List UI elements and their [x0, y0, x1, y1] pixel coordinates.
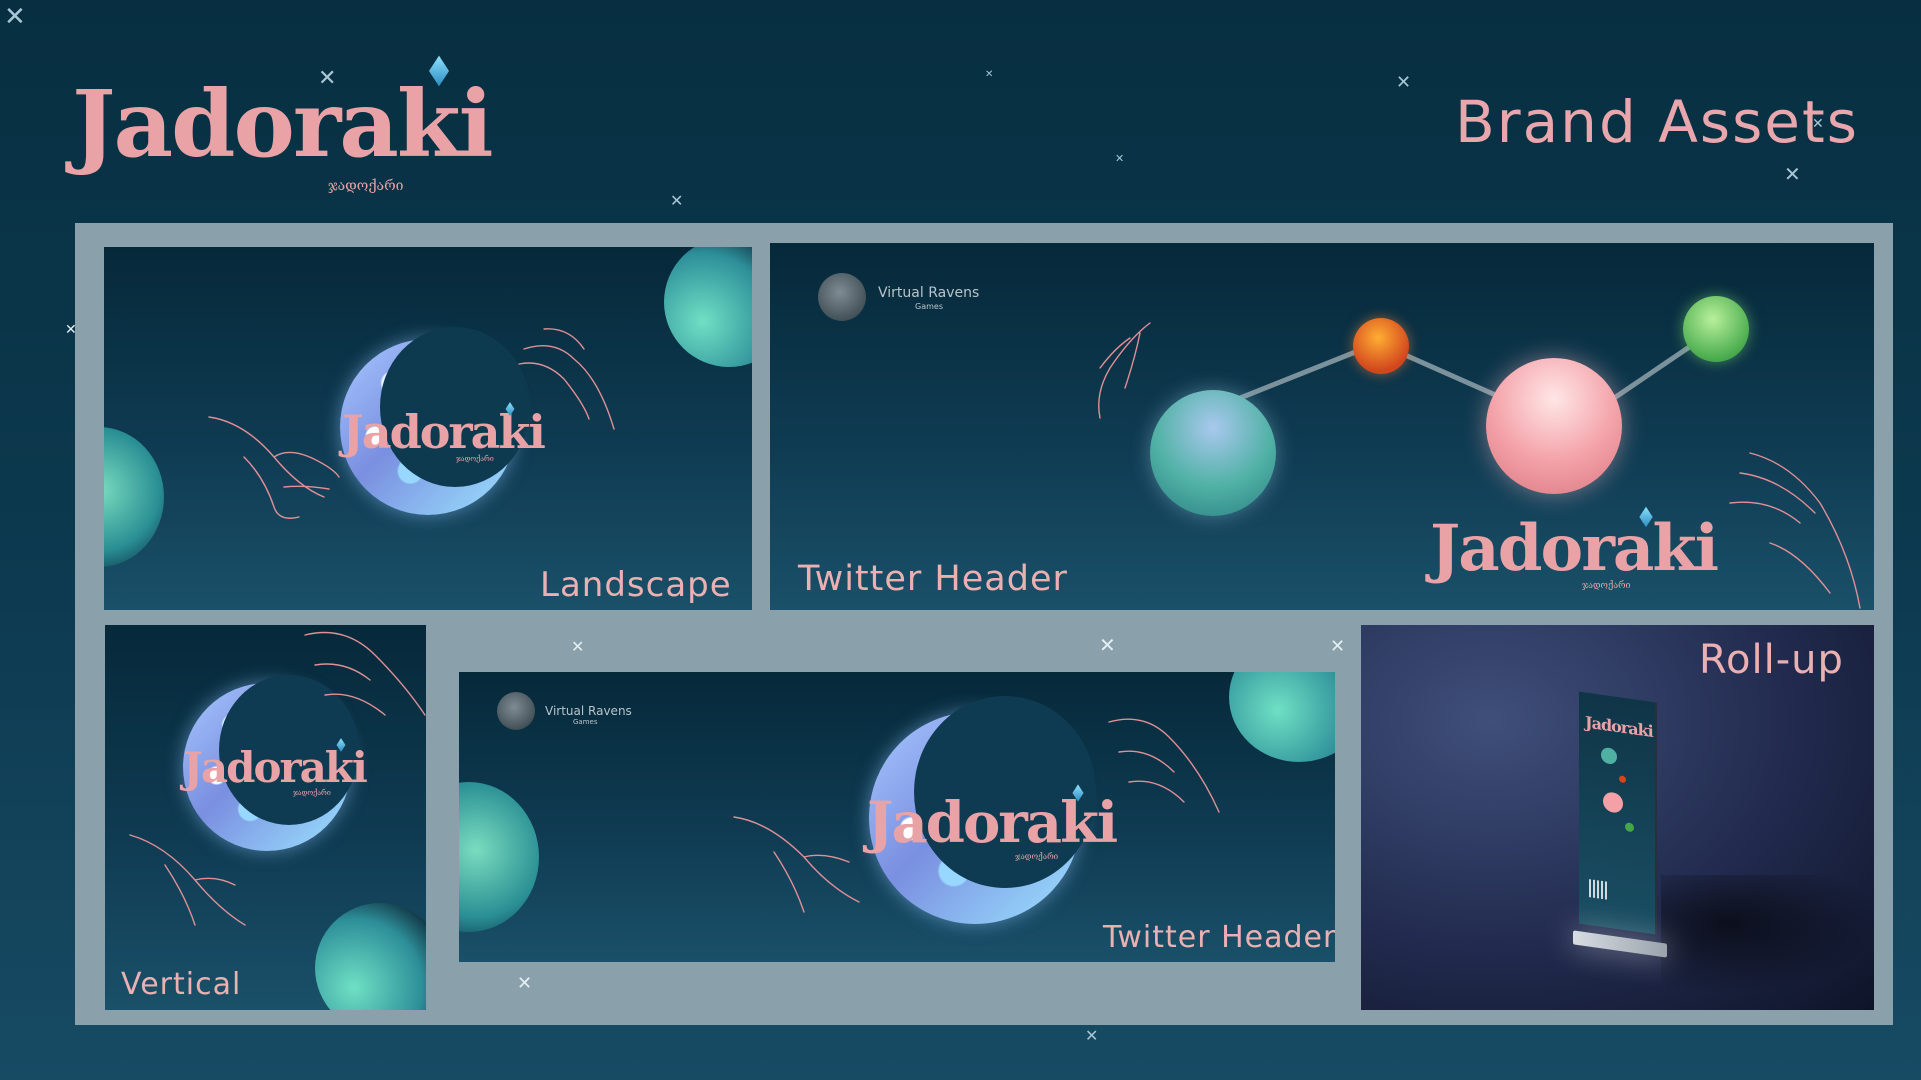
banner-logo: Jadoraki — [1585, 712, 1653, 742]
logo-subtitle: ჯადოქარი — [328, 178, 404, 194]
star-icon: ✕ — [1330, 636, 1346, 657]
planet — [1619, 775, 1626, 784]
star-icon: ✕ — [1396, 72, 1412, 93]
panel-logo: Jadoraki — [1430, 511, 1719, 586]
hand-outline — [304, 631, 426, 716]
star-icon: ✕ — [1099, 633, 1116, 657]
panel-logo: Jadoraki — [183, 743, 368, 792]
star-icon: ✕ — [985, 69, 994, 80]
panel-logo-subtitle: ჯადოქარი — [1582, 581, 1631, 591]
hand-outline — [208, 416, 340, 519]
asset-landscape[interactable]: Jadoraki ჯადოქარი Landscape — [104, 247, 752, 610]
hand-outline — [518, 328, 615, 430]
asset-label: Landscape — [540, 565, 732, 605]
planet — [104, 427, 164, 567]
hand-outline — [733, 816, 860, 913]
asset-vertical[interactable]: Jadoraki ჯადოქარი Vertical — [105, 625, 426, 1010]
hand-outline — [1729, 452, 1861, 609]
publisher-name: Virtual Ravens — [545, 704, 632, 718]
hand-outline — [1098, 322, 1151, 419]
asset-twitter-header-center[interactable]: Virtual Ravens Games Jadoraki ჯადოქარი T… — [459, 672, 1335, 962]
asset-twitter-header-wide[interactable]: Virtual Ravens Games Jadoraki ჯადოქარი T… — [770, 243, 1874, 610]
logo-wordmark: Jadoraki — [72, 70, 494, 178]
planet — [459, 782, 539, 932]
panel-logo-subtitle: ჯადოქარი — [1015, 852, 1059, 861]
planet — [1683, 296, 1749, 362]
asset-label: Twitter Header — [1103, 920, 1335, 955]
brand-logo: Jadoraki ჯადოქარი — [72, 55, 494, 202]
star-icon: ✕ — [1115, 152, 1125, 165]
planet — [1229, 672, 1335, 762]
planet — [315, 903, 426, 1010]
asset-label: Roll-up — [1699, 637, 1844, 683]
star-icon: ✕ — [670, 191, 684, 210]
panel-logo-subtitle: ჯადოქარი — [456, 455, 494, 463]
hand-outline — [129, 834, 246, 926]
star-icon: ✕ — [1784, 162, 1801, 186]
planet — [1625, 822, 1634, 833]
asset-rollup[interactable]: Jadoraki Roll-up — [1361, 625, 1874, 1010]
assets-frame: Jadoraki ჯადოქარი Landscape Virtual Rave… — [65, 223, 1893, 1025]
raven-icon — [497, 692, 535, 730]
rollup-banner: Jadoraki — [1579, 691, 1655, 935]
star-icon: ✕ — [4, 2, 26, 32]
planet — [1486, 358, 1622, 494]
publisher-tagline: Games — [573, 718, 598, 726]
rollup-shadow — [1661, 875, 1874, 995]
star-icon: ✕ — [571, 637, 585, 656]
asset-label: Twitter Header — [798, 559, 1068, 599]
planet — [1601, 746, 1617, 765]
star-icon: ✕ — [1085, 1026, 1099, 1045]
page-title: Brand Assets — [1455, 88, 1859, 156]
planet — [664, 247, 752, 367]
star-icon: ✕ — [517, 973, 533, 994]
panel-logo-subtitle: ჯადოქარი — [293, 789, 331, 797]
planet — [1603, 791, 1623, 814]
hand-outline — [1108, 718, 1220, 813]
star-icon: ✕ — [65, 322, 77, 338]
rollup-base — [1573, 930, 1667, 958]
qr-code — [1589, 879, 1607, 900]
planet — [1150, 390, 1276, 516]
asset-label: Vertical — [121, 967, 242, 1002]
planet — [1353, 318, 1409, 374]
